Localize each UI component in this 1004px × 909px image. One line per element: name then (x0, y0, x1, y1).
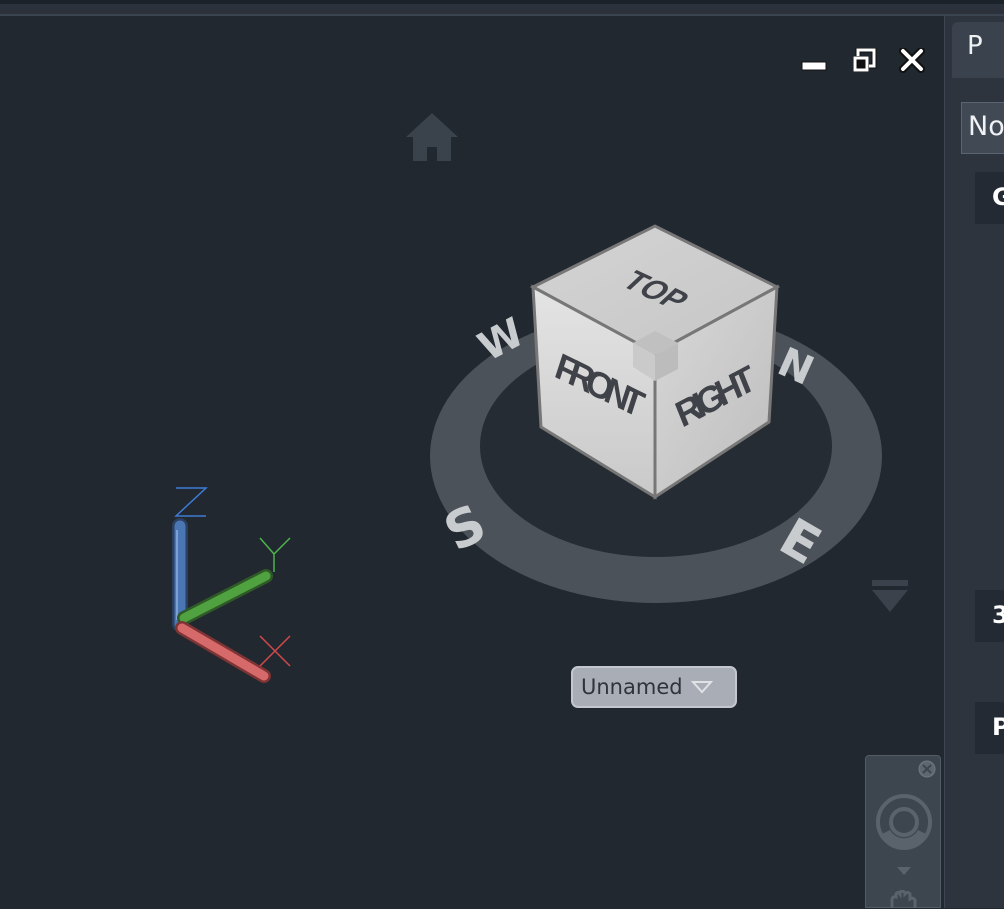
ucs-icon[interactable]: Z (150, 480, 310, 690)
tab-properties[interactable]: P (952, 22, 1004, 78)
selection-dropdown[interactable]: No (961, 102, 1004, 154)
compass-west: W (471, 309, 532, 370)
viewcube-hit-area[interactable] (525, 238, 785, 518)
steering-wheel-icon[interactable] (874, 792, 934, 852)
properties-palette: P No G 3 P (944, 16, 1004, 908)
top-toolbar-strip (0, 0, 1004, 16)
section-header-3d[interactable]: 3 (975, 590, 1004, 642)
section-header-plot[interactable]: P (975, 702, 1004, 754)
restore-icon[interactable] (850, 48, 878, 74)
minimize-icon[interactable] (800, 48, 828, 74)
named-view-label: Unnamed (581, 675, 683, 699)
named-view-dropdown[interactable]: Unnamed (571, 666, 737, 708)
ucs-z-label (174, 487, 208, 517)
navigation-bar (865, 755, 941, 908)
close-icon[interactable] (898, 48, 926, 74)
ucs-y-label (259, 537, 291, 572)
drawing-viewport[interactable]: S E W N TOP FRONT RIGHT Unnamed Z (0, 16, 944, 908)
pan-icon[interactable] (888, 890, 920, 909)
viewcube-graphic: S E W N TOP FRONT RIGHT (430, 224, 882, 603)
chevron-down-icon (690, 681, 713, 694)
ucs-x-label (259, 635, 291, 667)
chevron-down-icon[interactable] (894, 864, 914, 878)
triangle-down-icon[interactable] (868, 576, 912, 618)
compass-south: S (435, 493, 495, 563)
close-icon[interactable] (918, 760, 936, 778)
home-icon[interactable] (403, 111, 461, 166)
section-header-general[interactable]: G (975, 172, 1004, 224)
svg-text:Z: Z (150, 480, 151, 481)
